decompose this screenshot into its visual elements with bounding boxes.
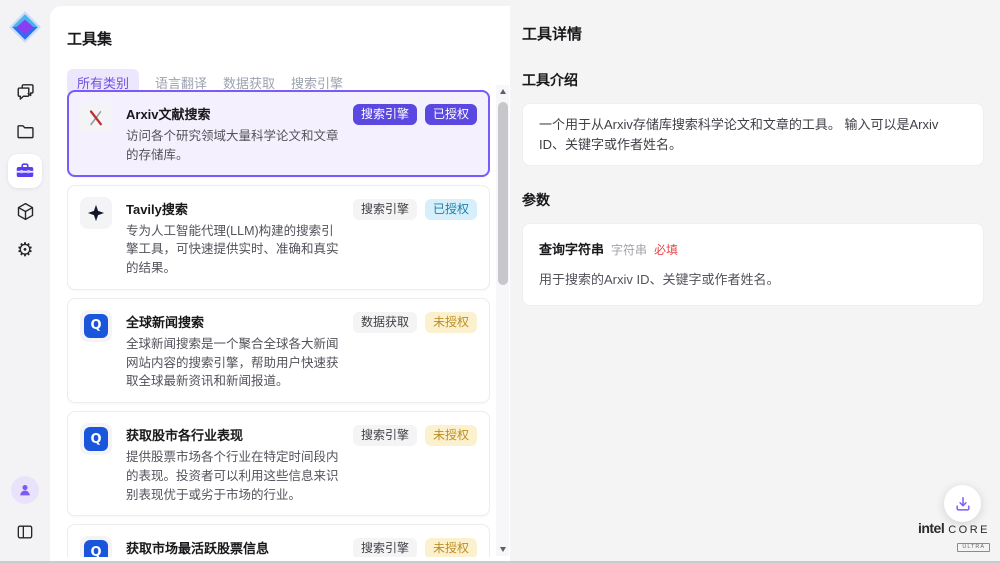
q-search-icon: Q bbox=[80, 310, 112, 342]
scrollbar-thumb[interactable] bbox=[498, 102, 508, 285]
tool-card[interactable]: Tavily搜索 专为人工智能代理(LLM)构建的搜索引擎工具，可快速提供实时、… bbox=[67, 185, 490, 290]
tool-name: 全球新闻搜索 bbox=[126, 312, 339, 331]
parameter-description: 用于搜索的Arxiv ID、关键字或作者姓名。 bbox=[539, 269, 967, 288]
parameter-card: 查询字符串 字符串 必填 用于搜索的Arxiv ID、关键字或作者姓名。 bbox=[522, 223, 984, 306]
app-logo-diamond-icon bbox=[8, 10, 42, 44]
tool-description: 访问各个研究领域大量科学论文和文章的存储库。 bbox=[126, 127, 339, 165]
details-title: 工具详情 bbox=[522, 23, 984, 44]
auth-status-badge: 未授权 bbox=[425, 312, 477, 333]
cube-icon bbox=[15, 201, 36, 222]
sidebar: ⚙ bbox=[0, 0, 50, 561]
download-icon bbox=[953, 494, 973, 514]
tool-card[interactable]: Q 获取市场最活跃股票信息 提供当天交易量最高的股票列表，投资者可以利用这些信息… bbox=[67, 524, 490, 557]
tool-name: Tavily搜索 bbox=[126, 199, 339, 218]
sidebar-item[interactable]: ⚙ bbox=[8, 234, 42, 268]
sidebar-item[interactable] bbox=[8, 74, 42, 108]
tool-card[interactable]: Arxiv文献搜索 访问各个研究领域大量科学论文和文章的存储库。 搜索引擎 已授… bbox=[67, 90, 490, 177]
toolbox-icon bbox=[14, 160, 36, 182]
q-search-icon: Q bbox=[80, 423, 112, 455]
auth-status-badge: 已授权 bbox=[425, 104, 477, 125]
category-badge: 数据获取 bbox=[353, 312, 417, 333]
category-badge: 搜索引擎 bbox=[353, 199, 417, 220]
tool-list-panel: 工具集 所有类别语言翻译数据获取搜索引擎 Arxiv文献搜索 访问各个研究领域大… bbox=[50, 6, 510, 561]
auth-status-badge: 未授权 bbox=[425, 425, 477, 446]
user-avatar-icon bbox=[11, 476, 39, 504]
scroll-down-button[interactable] bbox=[496, 543, 509, 556]
intel-core-logo: intel CORE ULTRA bbox=[918, 521, 990, 553]
tool-name: Arxiv文献搜索 bbox=[126, 104, 339, 123]
core-wordmark: CORE bbox=[948, 525, 990, 536]
tool-card-list: Arxiv文献搜索 访问各个研究领域大量科学论文和文章的存储库。 搜索引擎 已授… bbox=[67, 90, 490, 557]
arxiv-icon bbox=[80, 102, 112, 134]
sidebar-bottom-item[interactable] bbox=[8, 515, 42, 549]
tool-details-panel: 工具详情 工具介绍 一个用于从Arxiv存储库搜索科学论文和文章的工具。 输入可… bbox=[510, 0, 1000, 561]
page-title: 工具集 bbox=[67, 28, 492, 49]
tool-description: 提供股票市场各个行业在特定时间段内的表现。投资者可以利用这些信息来识别表现优于或… bbox=[126, 448, 339, 504]
category-badge: 搜索引擎 bbox=[353, 104, 417, 125]
sidebar-item[interactable] bbox=[8, 194, 42, 228]
app-window: ⚙ 工具集 所有类别语言翻译数据获取搜索引擎 Arxiv文献搜索 bbox=[0, 0, 1000, 563]
parameter-required-flag: 必填 bbox=[654, 241, 678, 258]
scroll-up-button[interactable] bbox=[496, 85, 509, 98]
scrollbar-track[interactable] bbox=[496, 98, 509, 543]
auth-status-badge: 已授权 bbox=[425, 199, 477, 220]
category-badge: 搜索引擎 bbox=[353, 538, 417, 557]
intro-text-box: 一个用于从Arxiv存储库搜索科学论文和文章的工具。 输入可以是Arxiv ID… bbox=[522, 103, 984, 166]
chat-icon bbox=[15, 81, 36, 102]
tool-description: 全球新闻搜索是一个聚合全球各大新闻网站内容的搜索引擎，帮助用户快速获取全球最新资… bbox=[126, 335, 339, 391]
parameter-type: 字符串 bbox=[611, 241, 647, 258]
tool-name: 获取股市各行业表现 bbox=[126, 425, 339, 444]
sidebar-item[interactable] bbox=[8, 154, 42, 188]
tool-card[interactable]: Q 获取股市各行业表现 提供股票市场各个行业在特定时间段内的表现。投资者可以利用… bbox=[67, 411, 490, 516]
scroll-up-arrow-icon bbox=[500, 89, 506, 94]
tool-description: 专为人工智能代理(LLM)构建的搜索引擎工具，可快速提供实时、准确和真实的结果。 bbox=[126, 222, 339, 278]
sidebar-bottom-item[interactable] bbox=[8, 473, 42, 507]
tool-card[interactable]: Q 全球新闻搜索 全球新闻搜索是一个聚合全球各大新闻网站内容的搜索引擎，帮助用户… bbox=[67, 298, 490, 403]
category-badge: 搜索引擎 bbox=[353, 425, 417, 446]
list-scrollbar[interactable] bbox=[496, 85, 509, 556]
sidebar-nav: ⚙ bbox=[8, 74, 42, 268]
download-button[interactable] bbox=[944, 485, 981, 522]
intel-wordmark: intel bbox=[918, 521, 944, 535]
scroll-down-arrow-icon bbox=[500, 547, 506, 552]
intro-heading: 工具介绍 bbox=[522, 70, 984, 90]
parameter-name: 查询字符串 bbox=[539, 239, 604, 258]
tavily-icon bbox=[80, 197, 112, 229]
panel-layout-icon bbox=[15, 522, 35, 542]
sidebar-item[interactable] bbox=[8, 114, 42, 148]
q-search-icon: Q bbox=[80, 536, 112, 557]
params-heading: 参数 bbox=[522, 190, 984, 210]
tool-name: 获取市场最活跃股票信息 bbox=[126, 538, 339, 557]
settings-gear-icon: ⚙ bbox=[16, 241, 33, 261]
sidebar-bottom bbox=[8, 473, 42, 549]
tool-list-header: 工具集 所有类别语言翻译数据获取搜索引擎 bbox=[50, 6, 510, 96]
folder-icon bbox=[15, 121, 36, 142]
ultra-badge: ULTRA bbox=[957, 543, 990, 553]
auth-status-badge: 未授权 bbox=[425, 538, 477, 557]
